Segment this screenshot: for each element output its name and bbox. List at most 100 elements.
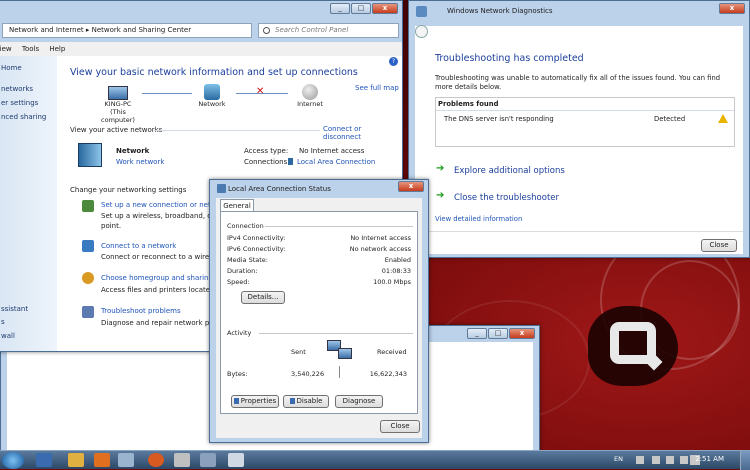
problems-header: Problems found (438, 100, 499, 108)
divider (415, 231, 743, 232)
sidebar-item-options[interactable]: s (1, 318, 5, 326)
tray-icon[interactable] (636, 456, 644, 464)
menu-tools[interactable]: Tools (22, 45, 39, 53)
diagnose-button[interactable]: Diagnose (335, 395, 383, 408)
menu-view[interactable]: View (0, 45, 12, 53)
close-button[interactable]: x (398, 181, 424, 192)
network-type-link[interactable]: Work network (116, 158, 164, 166)
connection-icon (217, 184, 226, 193)
sidebar-item-home[interactable]: Home (1, 64, 22, 72)
disable-button[interactable]: Disable (283, 395, 329, 408)
network-label: Network (198, 100, 226, 108)
explore-options-link[interactable]: Explore additional options (454, 166, 565, 176)
window-title: Windows Network Diagnostics (447, 7, 553, 15)
access-type-value: No Internet access (299, 147, 365, 155)
minimize-button[interactable]: _ (330, 3, 350, 14)
maximize-button[interactable]: □ (488, 328, 508, 339)
network-icon (204, 84, 220, 100)
close-button[interactable]: x (719, 3, 745, 14)
computer-name: KING-PC (104, 100, 132, 108)
dialog-body: General Connection IPv4 Connectivity: No… (216, 198, 422, 438)
homegroup-link[interactable]: Choose homegroup and sharing o (101, 274, 219, 282)
sidebar-item-networks[interactable]: networks (1, 85, 33, 93)
search-icon (263, 27, 270, 34)
duration-label: Duration: (227, 267, 258, 275)
arrow-icon: ➔ (436, 190, 445, 201)
close-troubleshooter-link[interactable]: Close the troubleshooter (454, 193, 559, 203)
sidebar-item-advanced-sharing[interactable]: nced sharing (1, 113, 46, 121)
menu-help[interactable]: Help (49, 45, 65, 53)
close-button[interactable]: x (509, 328, 535, 339)
search-input[interactable]: Search Control Panel (258, 23, 399, 38)
computer-icon (108, 86, 128, 100)
troubleshoot-link[interactable]: Troubleshoot problems (101, 307, 181, 315)
shield-icon (233, 398, 239, 404)
speed-label: Speed: (227, 278, 250, 286)
taskbar: EN 2:51 AM (0, 450, 750, 470)
explorer-icon[interactable] (68, 453, 84, 467)
dialog-title: Local Area Connection Status (228, 185, 331, 193)
connect-network-desc: Connect or reconnect to a wireless (101, 253, 223, 261)
address-bar[interactable]: Network and Internet ▸ Network and Shari… (2, 23, 252, 38)
globe-icon (302, 84, 318, 100)
bytes-label: Bytes: (227, 370, 248, 378)
network-app-icon[interactable] (200, 453, 216, 467)
sidebar-item-adapter-settings[interactable]: er settings (1, 99, 38, 107)
arrow-icon: ➔ (436, 163, 445, 174)
network-diagnostics-window[interactable]: Windows Network Diagnostics x Troublesho… (408, 0, 750, 258)
firefox-icon[interactable] (148, 453, 164, 467)
connect-disconnect-link[interactable]: Connect or disconnect (323, 125, 400, 141)
close-dialog-button[interactable]: Close (701, 239, 737, 252)
show-desktop-button[interactable] (740, 451, 750, 470)
setup-connection-desc: Set up a wireless, broadband, dial- (101, 212, 223, 220)
app-icon[interactable] (174, 453, 190, 467)
properties-button[interactable]: Properties (231, 395, 279, 408)
language-indicator[interactable]: EN (614, 455, 623, 463)
access-type-label: Access type: (244, 147, 289, 155)
properties-label: Properties (240, 397, 277, 405)
active-networks-label: View your active networks (70, 126, 163, 134)
tray-icon[interactable] (666, 456, 674, 464)
bytes-sent: 3,540,226 (291, 370, 325, 378)
shield-icon (289, 398, 295, 404)
window-controls: x (398, 181, 424, 192)
bytes-received: 16,622,343 (369, 370, 407, 378)
start-button[interactable] (2, 452, 24, 469)
work-network-icon (78, 143, 102, 167)
see-full-map-link[interactable]: See full map (355, 84, 399, 92)
speed-value: 100.0 Mbps (373, 278, 411, 286)
ie-icon[interactable] (36, 453, 52, 467)
homegroup-icon (82, 272, 94, 284)
menu-bar: View Tools Help (0, 42, 402, 56)
media-state-value: Enabled (384, 256, 411, 264)
sidebar-item-assistant[interactable]: ssistant (1, 305, 28, 313)
local-area-connection-link[interactable]: Local Area Connection (288, 158, 375, 166)
page-title: View your basic network information and … (70, 67, 358, 78)
volume-icon[interactable] (680, 456, 688, 464)
clock[interactable]: 2:51 AM (695, 455, 724, 463)
close-dialog-button[interactable]: Close (380, 420, 420, 433)
close-button[interactable]: x (372, 3, 398, 14)
tray-icon[interactable] (652, 456, 660, 464)
window-icon[interactable] (228, 453, 244, 467)
connection-group-label: Connection (227, 222, 264, 230)
ipv4-value: No Internet access (350, 234, 411, 242)
connect-network-link[interactable]: Connect to a network (101, 242, 176, 250)
minimize-button[interactable]: _ (467, 328, 487, 339)
map-computer: KING-PC (This computer) (98, 86, 138, 124)
homegroup-desc: Access files and printers located on (101, 286, 226, 294)
help-icon[interactable]: ? (389, 57, 398, 66)
control-panel-icon[interactable] (118, 453, 134, 467)
ipv6-label: IPv6 Connectivity: (227, 245, 286, 253)
view-detailed-link[interactable]: View detailed information (435, 215, 522, 223)
back-button[interactable] (415, 25, 428, 38)
received-label: Received (377, 348, 407, 356)
media-player-icon[interactable] (94, 453, 110, 467)
problem-text[interactable]: The DNS server isn't responding (444, 115, 554, 123)
maximize-button[interactable]: □ (351, 3, 371, 14)
details-button[interactable]: Details... (241, 291, 285, 304)
ipv6-value: No network access (349, 245, 411, 253)
connection-status-dialog[interactable]: Local Area Connection Status x General C… (209, 179, 429, 443)
sidebar-item-firewall[interactable]: wall (1, 332, 15, 340)
divider (339, 366, 340, 378)
